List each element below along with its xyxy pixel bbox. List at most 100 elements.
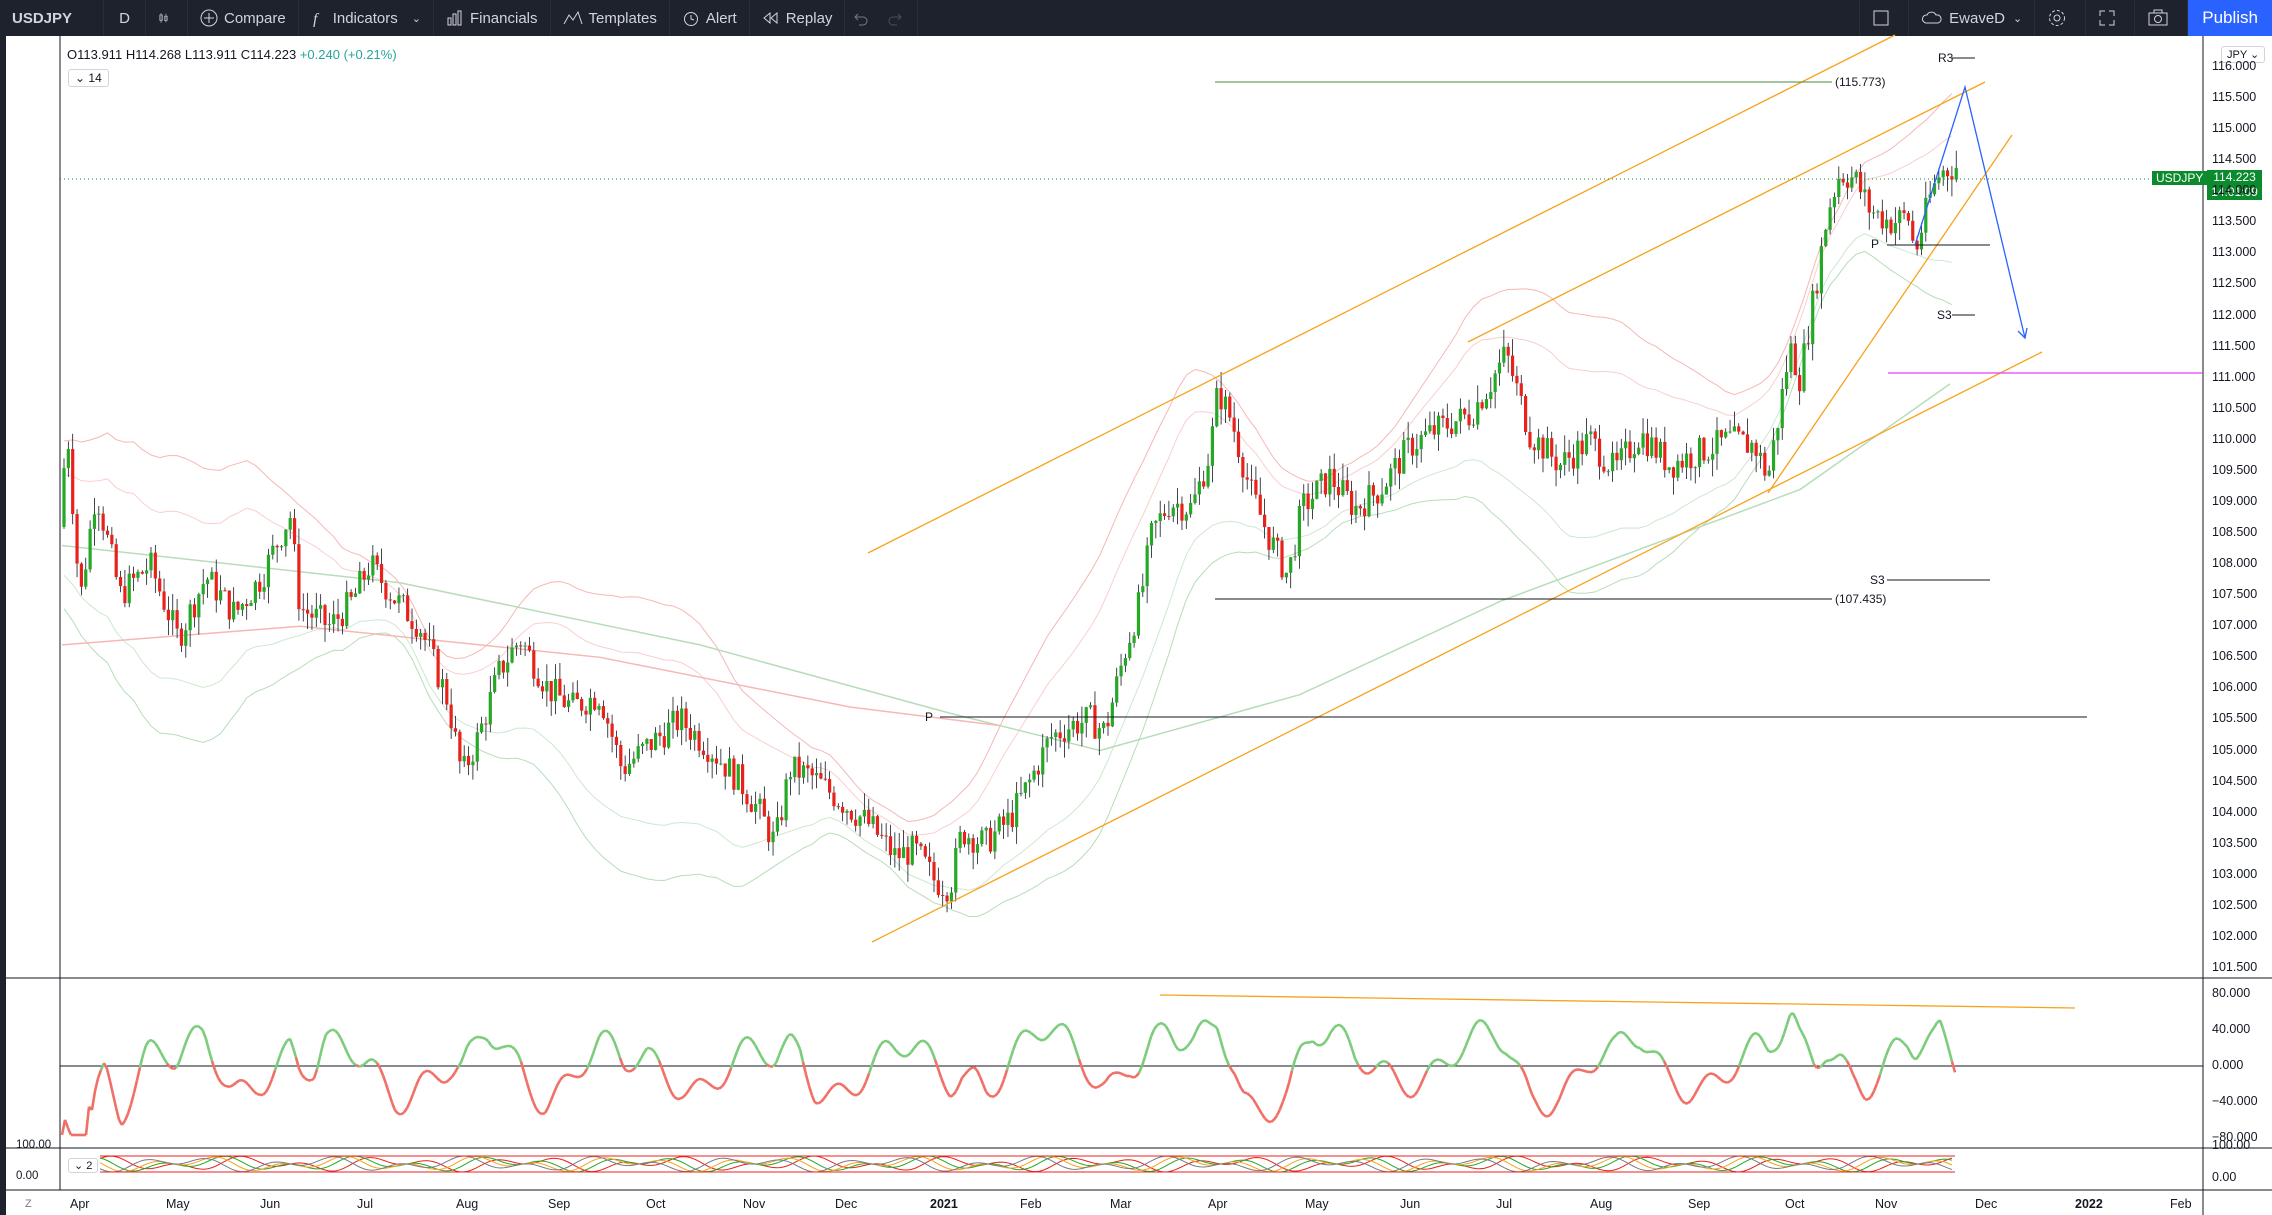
oscillator-segment — [1432, 1058, 1437, 1063]
oscillator-segment — [1204, 1019, 1209, 1023]
oscillator-segment — [1758, 1035, 1765, 1042]
oscillator-segment — [999, 1078, 1006, 1088]
indicator-toggle[interactable]: ⌄ 14 — [68, 69, 109, 87]
oscillator-segment — [207, 1050, 214, 1062]
candle-down — [962, 831, 967, 845]
candle-up — [1080, 722, 1084, 734]
oscillator-segment — [654, 1053, 661, 1062]
time-axis-tick: May — [1305, 1197, 1329, 1211]
oscillator-segment — [780, 1040, 787, 1049]
candle-up — [1872, 212, 1876, 214]
oscillator-segment — [898, 1052, 903, 1057]
oscillator-segment — [1207, 1020, 1212, 1026]
oscillator-segment — [1828, 1058, 1833, 1062]
oscillator-segment — [1809, 1054, 1816, 1065]
oscillator-segment — [588, 1053, 595, 1063]
time-axis-tick: Dec — [835, 1197, 858, 1211]
oscillator-segment — [1036, 1036, 1041, 1042]
oscillator-segment — [1633, 1043, 1638, 1049]
oscillator-segment — [864, 1073, 871, 1083]
oscillator-segment — [169, 1065, 174, 1070]
time-axis-tick: Nov — [743, 1197, 766, 1211]
oscillator-segment — [1908, 1051, 1915, 1059]
oscillator-segment — [1167, 1030, 1174, 1039]
oscillator-segment — [571, 1074, 576, 1078]
candle-up — [719, 763, 723, 765]
oscillator-segment — [156, 1046, 163, 1054]
oscillator-segment — [763, 1060, 768, 1066]
price-chart[interactable] — [0, 0, 2272, 1215]
oscillator-segment — [1803, 1037, 1810, 1047]
candle-up — [1015, 793, 1019, 828]
candle-up — [1893, 222, 1897, 234]
candle-up — [1141, 586, 1145, 593]
upper-band-outer — [63, 93, 1953, 822]
price-axis-tick: 106.500 — [2212, 649, 2258, 664]
oscillator-segment — [1819, 1063, 1824, 1069]
oscillator-segment — [1920, 1042, 1927, 1051]
candle-up — [1611, 452, 1615, 472]
zoom-reset-button[interactable]: Z — [25, 1198, 32, 1210]
oscillator-segment — [1743, 1042, 1750, 1051]
oscillator-segment — [1243, 1091, 1248, 1095]
candlestick-series — [62, 150, 1958, 913]
oscillator-segment — [1048, 1031, 1053, 1037]
candle-up — [1667, 467, 1671, 471]
candle-up — [1832, 196, 1837, 208]
legend-high: H114.268 — [125, 47, 182, 62]
candle-up — [588, 697, 592, 715]
candle-up — [201, 584, 205, 595]
oscillator-segment — [577, 1075, 582, 1079]
candle-down — [1519, 383, 1523, 396]
candle-up — [1428, 425, 1432, 432]
oscillator-segment — [682, 1093, 687, 1099]
candle-down — [810, 768, 814, 776]
candle-down — [1371, 485, 1375, 496]
candle-down — [297, 544, 301, 610]
price-axis-tick: 112.500 — [2212, 276, 2257, 291]
oscillator-segment — [1152, 1024, 1159, 1031]
candle-up — [1767, 470, 1771, 476]
price-axis-tick: 114.000 — [2212, 183, 2257, 198]
oscillator-segment — [1654, 1050, 1659, 1054]
oscillator-segment — [750, 1039, 757, 1046]
oscillator-segment — [270, 1069, 277, 1080]
oscillator-segment — [1030, 1031, 1035, 1037]
price-axis-tick: 103.000 — [2212, 866, 2258, 881]
candle-down — [379, 564, 384, 583]
candle-down — [610, 723, 614, 737]
oscillator-segment — [1891, 1037, 1896, 1044]
oscillator-segment — [847, 1089, 852, 1095]
candle-up — [1223, 396, 1228, 410]
oscillator-segment — [1318, 1043, 1323, 1047]
candle-down — [1432, 425, 1436, 435]
oscillator-segment — [114, 1107, 121, 1121]
oscillator-segment — [1947, 1049, 1954, 1062]
candle-up — [1454, 421, 1458, 434]
oscillator-segment — [1504, 1052, 1509, 1057]
candle-up — [784, 779, 788, 821]
candle-up — [954, 847, 958, 893]
candle-down — [688, 727, 692, 740]
candle-up — [1576, 440, 1580, 469]
indicator2-toggle[interactable]: ⌄ 2 — [68, 1158, 99, 1173]
candle-down — [466, 755, 471, 766]
candle-down — [897, 848, 901, 859]
candle-up — [710, 758, 714, 762]
time-axis-tick: Aug — [456, 1197, 479, 1211]
price-axis-tick: 109.500 — [2212, 462, 2258, 477]
candle-down — [1280, 540, 1284, 578]
oscillator-segment — [193, 1024, 198, 1029]
oscillator-segment — [1869, 1090, 1876, 1098]
channel-lower-line — [871, 351, 2043, 943]
candle-up — [1558, 464, 1562, 471]
candle-down — [619, 745, 623, 767]
candle-down — [540, 686, 545, 692]
candle-up — [1771, 440, 1776, 471]
oscillator-segment — [493, 1046, 498, 1051]
candle-up — [1758, 452, 1763, 456]
oscillator-segment — [697, 1077, 702, 1081]
candle-down — [1858, 171, 1863, 193]
oscillator-segment — [642, 1047, 649, 1054]
time-axis-tick: Feb — [2170, 1197, 2192, 1211]
